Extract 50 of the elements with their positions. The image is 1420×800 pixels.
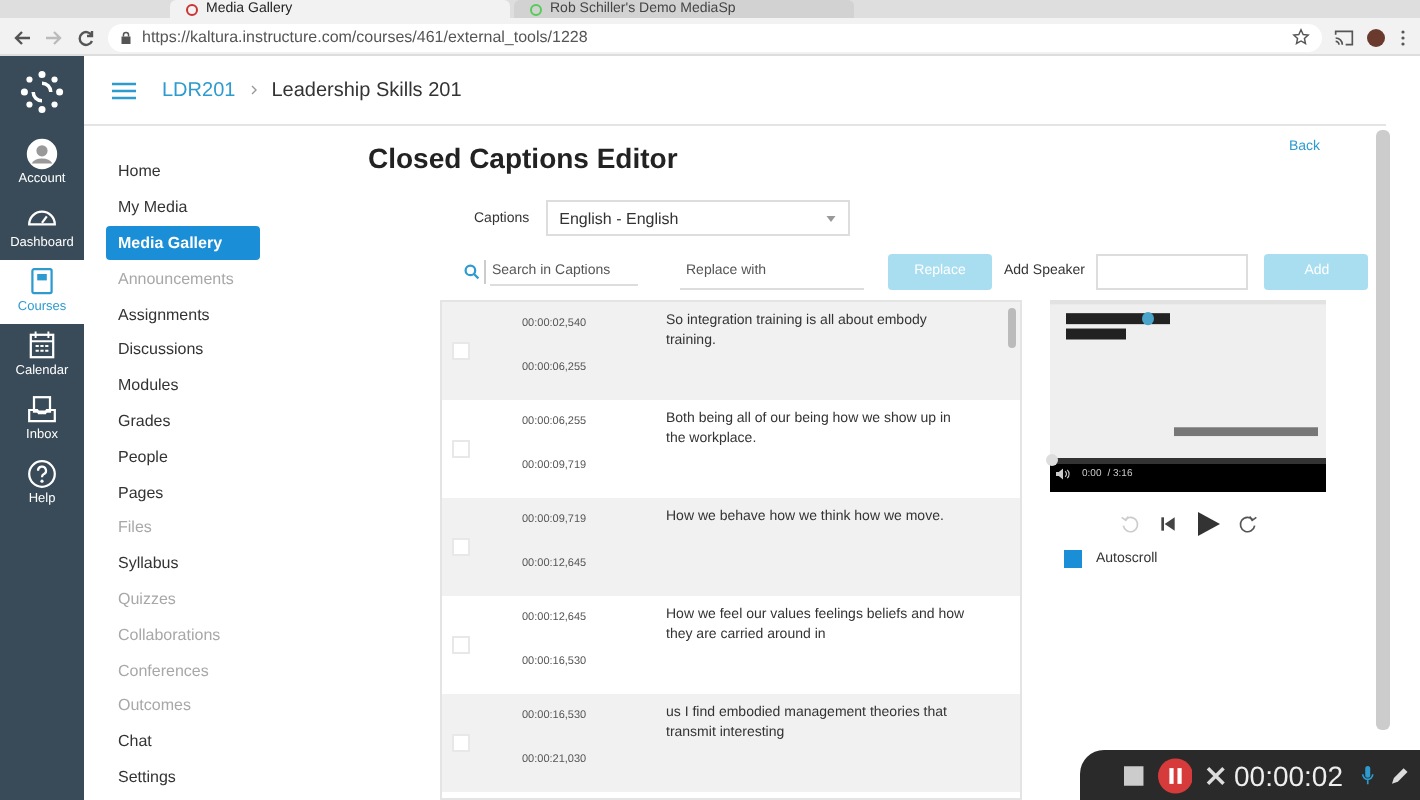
lock-icon [120, 29, 132, 45]
page-title: Closed Captions Editor [368, 142, 678, 174]
pause-button-icon[interactable] [1157, 757, 1193, 793]
caret-icon [825, 215, 836, 221]
tab-favicon-icon [530, 3, 542, 15]
star-icon[interactable] [1292, 28, 1310, 46]
profile-avatar-icon[interactable] [1366, 27, 1386, 47]
calendar-icon [26, 330, 58, 362]
inbox-icon [26, 394, 58, 426]
course-nav-link[interactable]: Discussions [106, 331, 260, 368]
course-nav-link[interactable]: People [106, 438, 260, 475]
menu-icon[interactable] [112, 81, 136, 99]
course-nav-link[interactable]: Home [106, 154, 260, 190]
course-nav-link[interactable]: Media Gallery [106, 225, 260, 261]
course-nav-link[interactable]: Assignments [106, 296, 260, 332]
course-nav-link[interactable]: Modules [106, 367, 260, 404]
course-nav-link[interactable]: Grades [106, 403, 260, 439]
volume-icon[interactable] [1056, 468, 1070, 480]
course-nav-link[interactable]: Syllabus [106, 545, 260, 582]
reload-icon[interactable] [76, 27, 96, 47]
breadcrumb-current: Leadership Skills 201 [271, 79, 462, 101]
search-icon [464, 263, 480, 279]
menu-dots-icon[interactable] [1398, 27, 1408, 47]
course-nav-link[interactable]: My Media [106, 189, 260, 226]
tab-favicon-icon [186, 3, 198, 15]
address-bar[interactable]: https://kaltura.instructure.com/courses/461/external_tools/1228 [108, 23, 1322, 51]
course-nav-link[interactable]: Settings [106, 759, 260, 795]
captions-dropdown[interactable]: English - English [545, 200, 850, 236]
scrollbar[interactable] [1008, 308, 1016, 348]
logo-icon[interactable] [20, 70, 64, 114]
help-icon [26, 458, 58, 490]
autoscroll-checkbox[interactable] [1064, 550, 1082, 568]
chevron-icon [249, 84, 258, 96]
microphone-icon[interactable] [1357, 765, 1377, 785]
back-arrow-icon[interactable] [12, 27, 32, 47]
speaker-input[interactable] [1096, 253, 1249, 289]
course-nav-link[interactable]: Chat [106, 723, 260, 760]
progress-handle[interactable] [1046, 454, 1058, 466]
stop-icon[interactable] [1124, 765, 1144, 785]
play-icon[interactable] [1195, 512, 1219, 536]
skip-back-icon[interactable] [1157, 514, 1177, 534]
close-icon[interactable] [1206, 765, 1226, 785]
page-scrollbar[interactable] [1376, 130, 1391, 730]
course-nav-link[interactable]: Pages [106, 474, 260, 510]
forward-icon[interactable] [1237, 514, 1257, 534]
pencil-icon[interactable] [1390, 765, 1410, 785]
avatar-icon [26, 138, 58, 170]
recording-timer: 00:00:02 [1234, 759, 1343, 791]
cast-icon[interactable] [1334, 27, 1354, 47]
book-icon [26, 266, 58, 298]
